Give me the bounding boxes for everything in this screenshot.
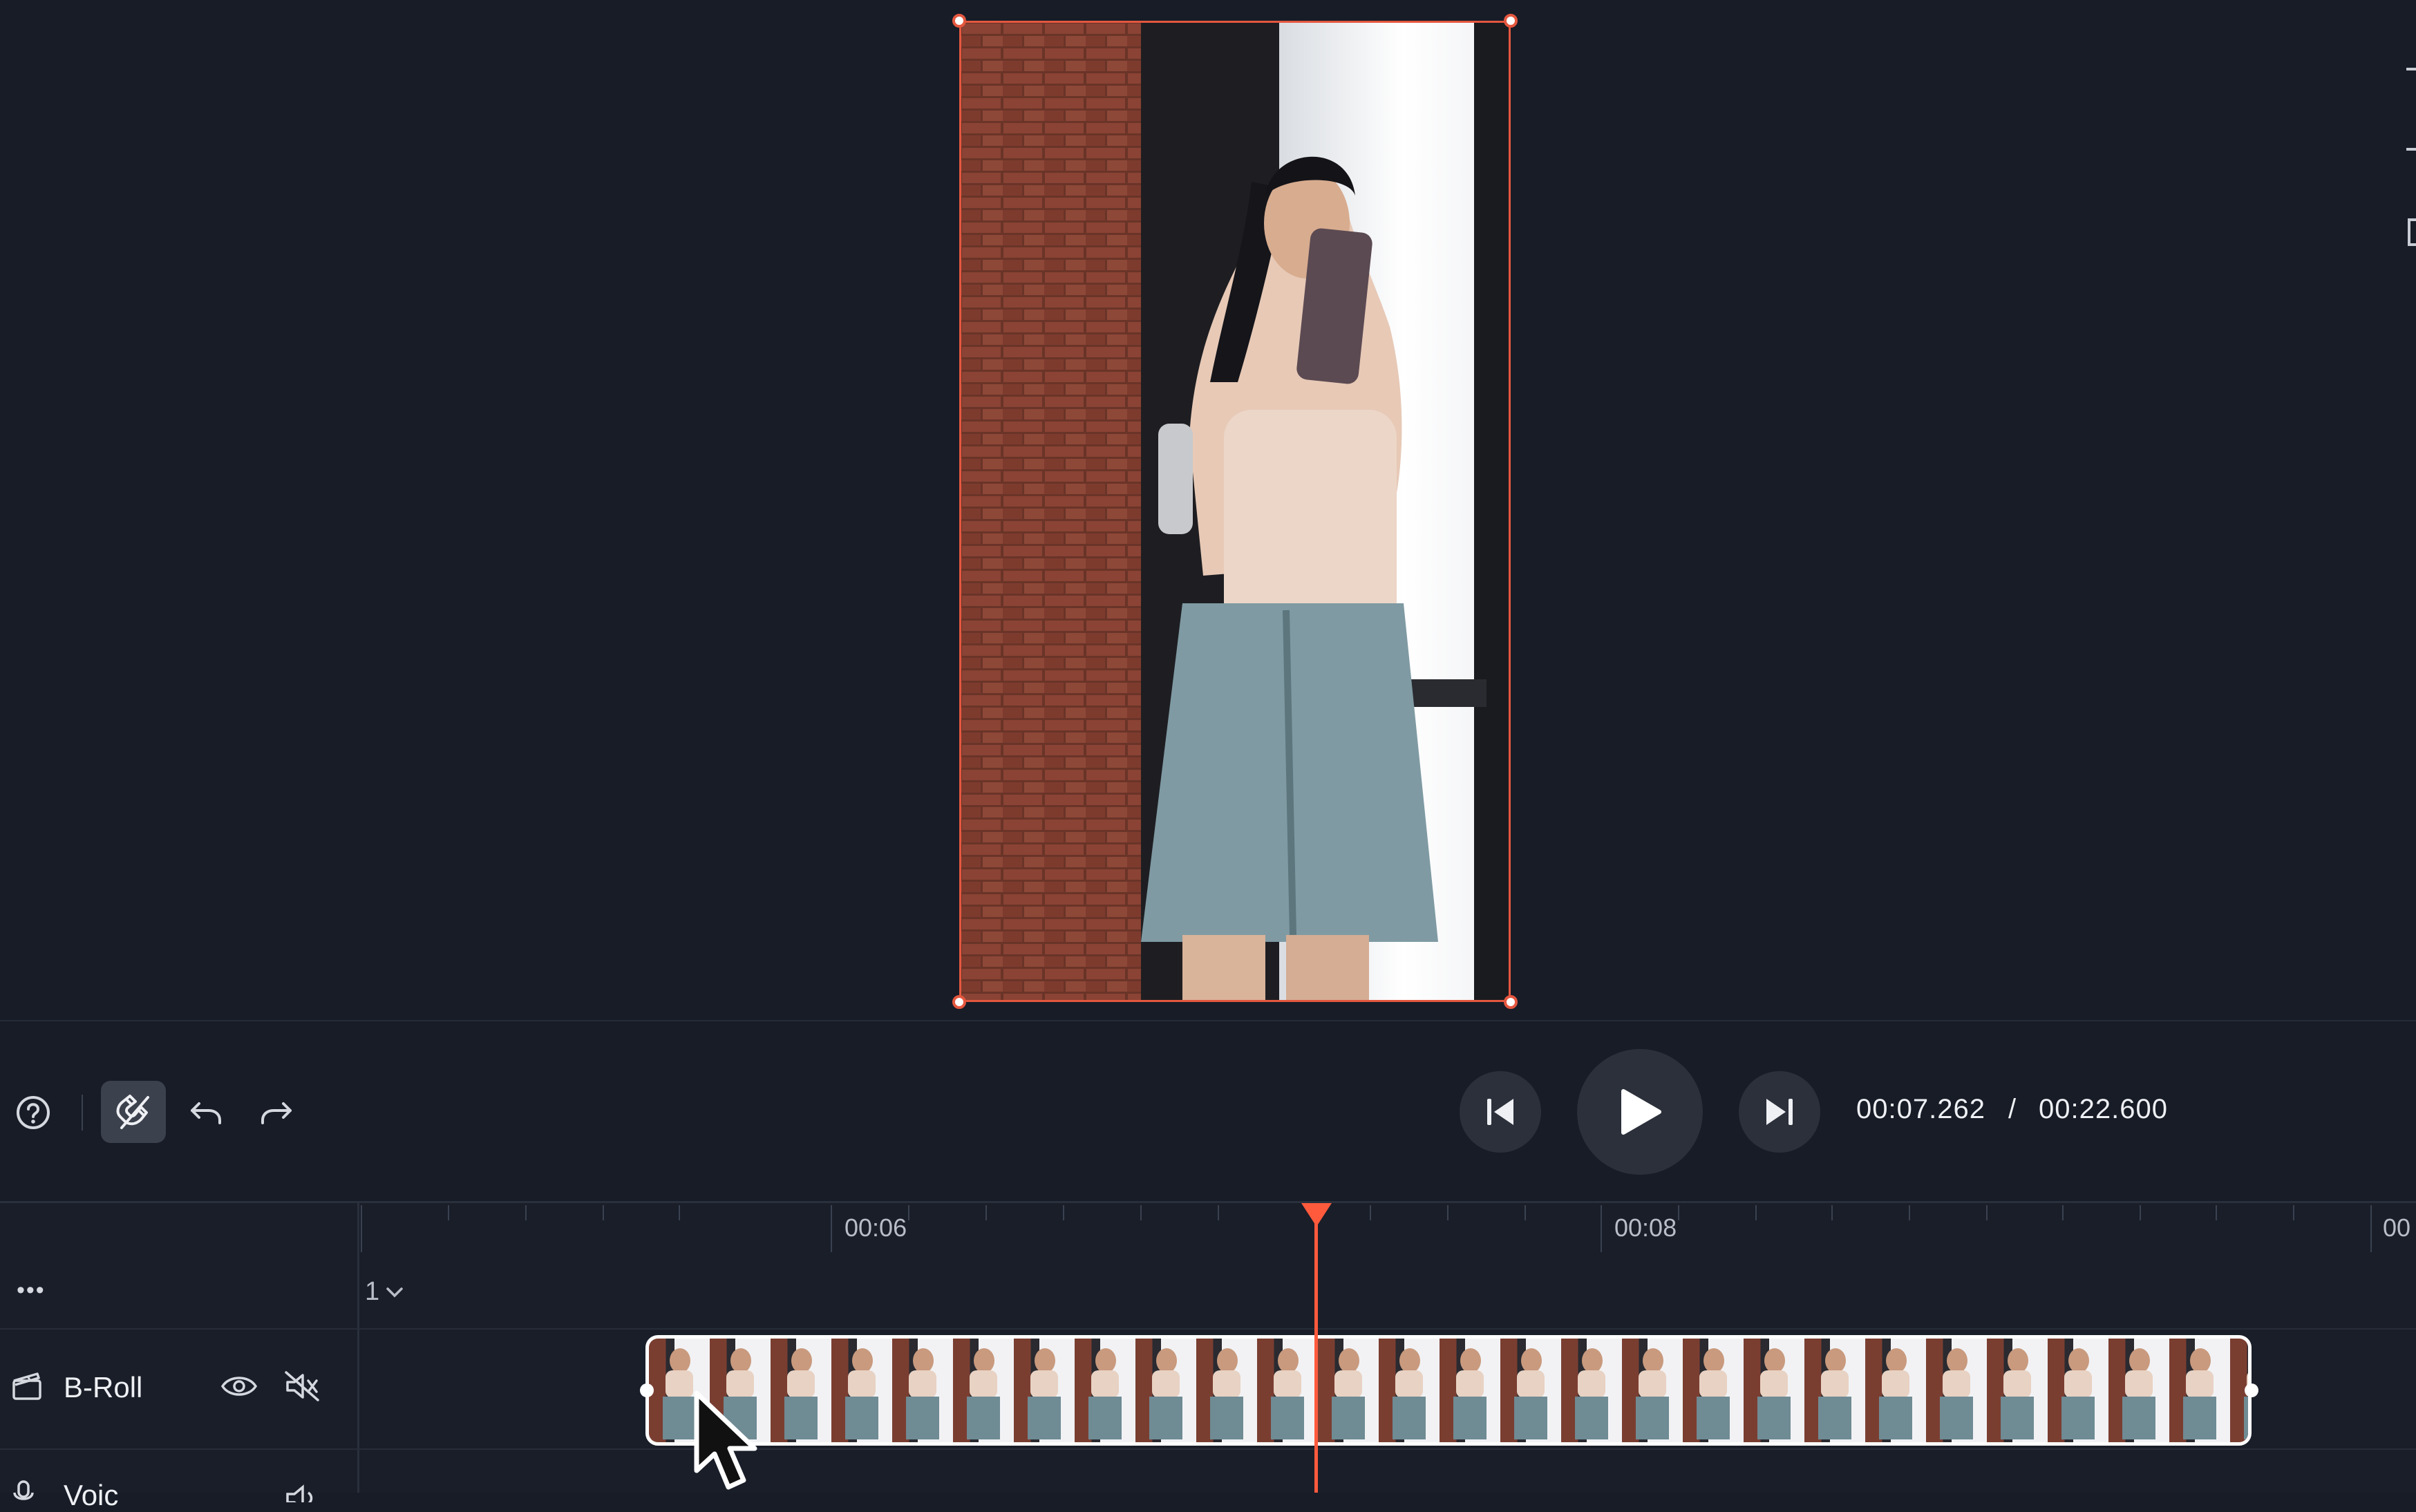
ruler-tick — [2062, 1205, 2064, 1220]
ruler-tick — [2370, 1205, 2372, 1252]
clapperboard-icon — [10, 1368, 44, 1403]
clip-thumbnail-frame — [2048, 1339, 2108, 1442]
resize-handle-bottom-left[interactable] — [952, 995, 966, 1009]
track-zoom-value: 1 — [365, 1277, 380, 1306]
ruler-tick — [525, 1205, 527, 1220]
ruler-tick — [361, 1205, 362, 1252]
track-name-voice[interactable]: Voic — [64, 1479, 118, 1512]
ruler-tick — [1678, 1205, 1679, 1220]
playhead-line[interactable] — [1314, 1216, 1318, 1493]
play-icon — [1621, 1089, 1661, 1135]
ruler-tick — [2140, 1205, 2141, 1220]
ruler-tick — [1525, 1205, 1526, 1220]
total-duration: 00:22.600 — [2039, 1094, 2168, 1124]
clip-trim-handle-left[interactable] — [640, 1383, 654, 1397]
ruler-tick — [1986, 1205, 1988, 1220]
ruler-tick — [831, 1205, 832, 1252]
clip-thumbnail-frame — [1500, 1339, 1561, 1442]
clip-thumbnails — [649, 1339, 2248, 1442]
ruler-label-0008: 00:08 — [1614, 1213, 1677, 1242]
ruler-tick — [1218, 1205, 1219, 1220]
speaker-icon[interactable] — [283, 1482, 321, 1502]
ruler-tick — [1909, 1205, 1910, 1220]
clip-thumbnail-frame — [1622, 1339, 1683, 1442]
clip-thumbnail-frame — [771, 1339, 831, 1442]
clip-thumbnail-frame — [1865, 1339, 1926, 1442]
track-row-separator — [0, 1448, 2416, 1450]
video-frame-image — [961, 23, 1509, 1000]
clip-thumbnail-frame — [953, 1339, 1014, 1442]
zoom-out-tick[interactable] — [2406, 148, 2416, 151]
skip-forward-icon — [1766, 1099, 1793, 1125]
clip-thumbnail-frame — [1014, 1339, 1075, 1442]
current-time: 00:07.262 — [1856, 1094, 1985, 1124]
clip-thumbnail-frame — [1804, 1339, 1865, 1442]
redo-button[interactable] — [258, 1096, 297, 1131]
undo-icon — [191, 1102, 221, 1124]
clip-thumbnail-frame — [1440, 1339, 1500, 1442]
clip-thumbnail-frame — [1926, 1339, 1987, 1442]
ruler-tick — [679, 1205, 680, 1220]
clip-thumbnail-frame — [1318, 1339, 1379, 1442]
skip-back-icon — [1487, 1099, 1513, 1125]
help-circle-icon[interactable] — [14, 1093, 53, 1132]
clip-thumbnail-frame — [1196, 1339, 1257, 1442]
clip-thumbnail-frame — [1561, 1339, 1622, 1442]
ruler-tick — [1370, 1205, 1371, 1220]
clip-thumbnail-frame — [2169, 1339, 2230, 1442]
ruler-tick — [1831, 1205, 1833, 1220]
fullscreen-icon[interactable] — [2408, 218, 2416, 246]
ruler-tick — [1755, 1205, 1757, 1220]
video-canvas[interactable] — [959, 21, 1511, 1002]
clip-thumbnail-frame — [1683, 1339, 1744, 1442]
mute-speaker-icon[interactable] — [283, 1370, 321, 1403]
ruler-tick — [1140, 1205, 1142, 1220]
skip-back-button[interactable] — [1460, 1071, 1541, 1153]
ruler-tick — [2216, 1205, 2217, 1220]
ruler-tick — [985, 1205, 987, 1220]
ruler-tick — [1601, 1205, 1602, 1252]
toolbar-divider — [82, 1095, 83, 1131]
ruler-label-0006: 00:06 — [844, 1213, 907, 1242]
play-button[interactable] — [1577, 1049, 1703, 1175]
clip-thumbnail-frame — [1257, 1339, 1318, 1442]
chevron-down-icon — [386, 1287, 403, 1297]
clip-thumbnail-frame — [831, 1339, 892, 1442]
clip-thumbnail-frame — [1744, 1339, 1804, 1442]
magnet-snap-icon — [116, 1095, 149, 1129]
clip-thumbnail-frame — [1135, 1339, 1196, 1442]
clip-thumbnail-frame — [892, 1339, 953, 1442]
microphone-icon — [10, 1479, 37, 1506]
clip-thumbnail-frame — [1987, 1339, 2048, 1442]
clip-thumbnail-frame — [1075, 1339, 1135, 1442]
zoom-in-tick[interactable] — [2406, 68, 2416, 70]
clip-thumbnail-frame — [1379, 1339, 1440, 1442]
clip-thumbnail-frame — [2108, 1339, 2169, 1442]
resize-handle-top-left[interactable] — [952, 14, 966, 28]
more-options-button[interactable]: ••• — [17, 1277, 46, 1304]
time-separator: / — [2008, 1094, 2017, 1124]
resize-handle-bottom-right[interactable] — [1504, 995, 1518, 1009]
ruler-tick — [448, 1205, 449, 1220]
ruler-tick — [2293, 1205, 2294, 1220]
visibility-eye-icon[interactable] — [220, 1372, 258, 1400]
track-row-separator — [0, 1328, 2416, 1330]
video-preview-area — [0, 0, 2416, 1020]
mouse-cursor-icon — [691, 1389, 767, 1493]
ruler-tick — [1063, 1205, 1064, 1220]
track-zoom-select[interactable]: 1 — [365, 1277, 404, 1307]
resize-handle-top-right[interactable] — [1504, 14, 1518, 28]
skip-forward-button[interactable] — [1739, 1071, 1820, 1153]
broll-video-clip[interactable] — [645, 1335, 2252, 1446]
magnet-snap-button[interactable] — [101, 1081, 166, 1143]
redo-icon — [261, 1102, 292, 1124]
ruler-tick — [1447, 1205, 1448, 1220]
undo-button[interactable] — [185, 1096, 224, 1131]
track-name-broll[interactable]: B-Roll — [64, 1371, 142, 1404]
clip-trim-handle-right[interactable] — [2245, 1383, 2258, 1397]
ruler-tick — [908, 1205, 909, 1220]
ruler-label-next: 00 — [2383, 1213, 2411, 1242]
ruler-tick — [603, 1205, 604, 1220]
